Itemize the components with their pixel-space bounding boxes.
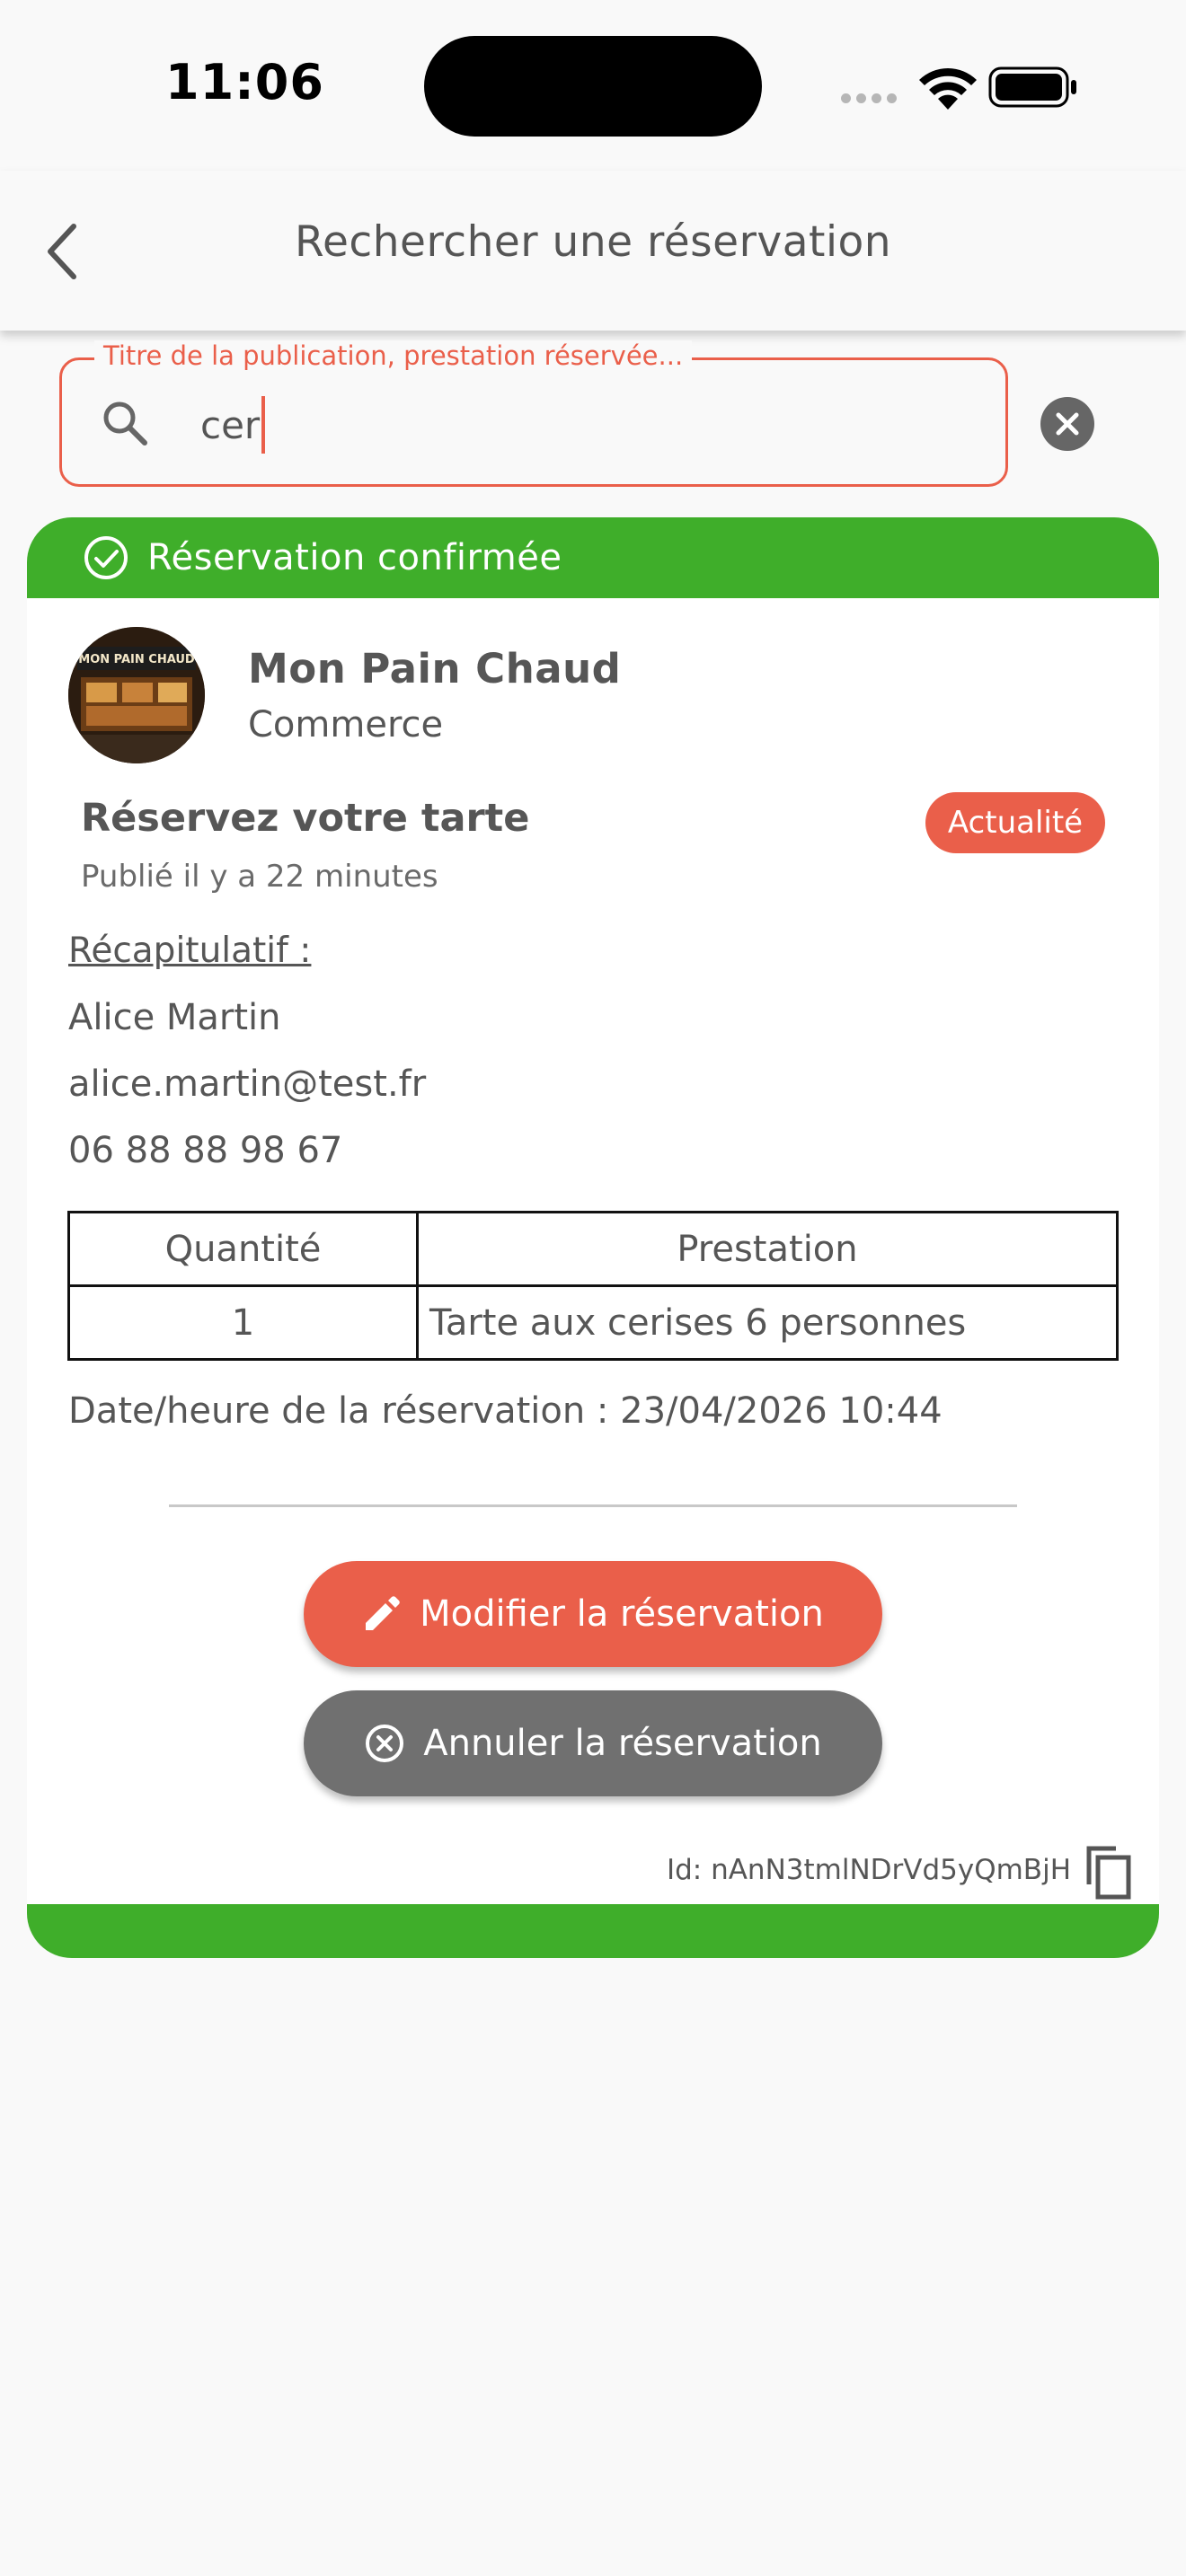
wifi-icon <box>919 68 977 110</box>
clear-icon <box>1056 412 1079 436</box>
cell-prestation: Tarte aux cerises 6 personnes <box>416 1284 1119 1361</box>
reservation-card-footer <box>27 1904 1159 1958</box>
search-label: Titre de la publication, prestation rése… <box>94 340 693 371</box>
cancel-circle-icon <box>366 1725 404 1762</box>
customer-phone: 06 88 88 98 67 <box>68 1130 343 1171</box>
status-bar: 11:06 <box>0 0 1186 171</box>
merchant-name: Mon Pain Chaud <box>248 645 622 693</box>
search-text: cer <box>200 402 261 447</box>
pencil-icon <box>366 1596 400 1630</box>
avatar-sign-text: MON PAIN CHAUD <box>78 653 195 666</box>
column-header-prestation: Prestation <box>416 1211 1119 1287</box>
reservation-card: Réservation confirmée MON PAIN CHAUD Mon… <box>27 517 1159 1958</box>
search-icon <box>103 401 147 446</box>
column-header-quantity: Quantité <box>67 1211 419 1287</box>
check-circle-icon <box>84 536 128 579</box>
customer-name: Alice Martin <box>68 997 281 1038</box>
edit-reservation-button[interactable]: Modifier la réservation <box>304 1561 882 1667</box>
divider <box>169 1504 1017 1507</box>
recap-title: Récapitulatif : <box>68 931 312 971</box>
reservation-status: Réservation confirmée <box>147 537 562 578</box>
table-header-row: Quantité Prestation <box>67 1211 1119 1287</box>
status-time: 11:06 <box>165 54 324 110</box>
reservation-date: Date/heure de la réservation : 23/04/202… <box>68 1390 943 1432</box>
search-value[interactable]: cer <box>200 396 266 454</box>
reservation-id: Id: nAnN3tmlNDrVd5yQmBjH <box>666 1854 1071 1886</box>
search-input[interactable]: Titre de la publication, prestation rése… <box>59 340 1008 487</box>
copy-icon[interactable] <box>1084 1843 1134 1901</box>
customer-email: alice.martin@test.fr <box>68 1063 427 1105</box>
reservation-table: Quantité Prestation 1 Tarte aux cerises … <box>67 1211 1119 1361</box>
merchant-category: Commerce <box>248 704 444 745</box>
cellular-signal-icon <box>841 93 902 104</box>
category-badge: Actualité <box>925 792 1105 853</box>
app-header: Rechercher une réservation <box>0 171 1186 331</box>
reservation-status-banner: Réservation confirmée <box>27 517 1159 598</box>
clear-search-button[interactable] <box>1040 397 1094 451</box>
cancel-reservation-button[interactable]: Annuler la réservation <box>304 1690 882 1796</box>
merchant-avatar: MON PAIN CHAUD <box>68 627 205 763</box>
cancel-button-label: Annuler la réservation <box>423 1723 822 1764</box>
text-caret <box>261 396 266 454</box>
publication-time: Publié il y a 22 minutes <box>81 859 438 895</box>
edit-button-label: Modifier la réservation <box>420 1593 824 1635</box>
page-title: Rechercher une réservation <box>294 217 892 267</box>
table-row: 1 Tarte aux cerises 6 personnes <box>67 1284 1119 1361</box>
battery-icon <box>988 66 1076 108</box>
cell-quantity: 1 <box>67 1284 419 1361</box>
publication-title: Réservez votre tarte <box>81 796 530 841</box>
dynamic-island <box>424 36 762 137</box>
